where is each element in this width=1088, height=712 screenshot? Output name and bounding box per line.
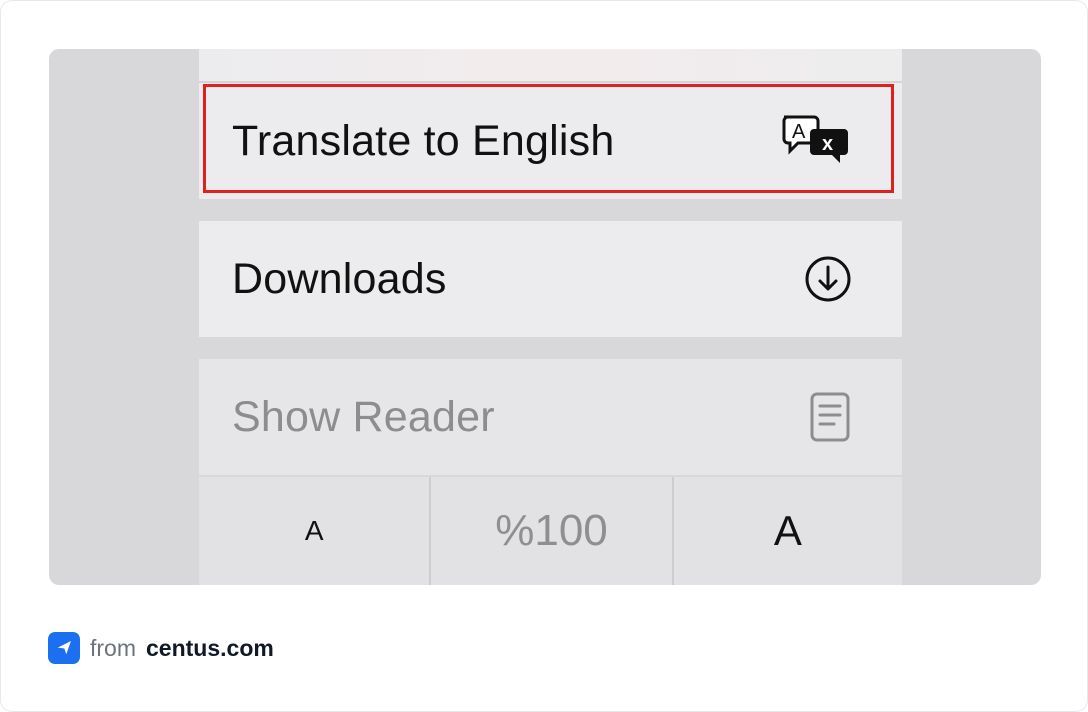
decrease-font-button[interactable]: A xyxy=(199,477,429,585)
safari-page-menu: Translate to English A x Downloads Show … xyxy=(199,49,902,585)
decrease-font-label: A xyxy=(304,515,324,546)
zoom-level-value: %100 xyxy=(495,506,608,555)
translate-icon: A x xyxy=(780,113,852,169)
reader-icon xyxy=(808,391,852,443)
reader-label: Show Reader xyxy=(232,392,495,441)
translate-label: Translate to English xyxy=(232,116,615,165)
download-circle-icon xyxy=(804,255,852,303)
menu-top-edge xyxy=(199,49,902,81)
centus-logo-icon xyxy=(48,632,80,664)
svg-text:x: x xyxy=(822,133,833,155)
downloads-menu-item[interactable]: Downloads xyxy=(199,221,902,337)
font-size-controls: A %100 A xyxy=(199,477,902,585)
increase-font-label: A xyxy=(773,507,802,554)
show-reader-menu-item[interactable]: Show Reader xyxy=(199,359,902,475)
increase-font-button[interactable]: A xyxy=(674,477,902,585)
from-text: from xyxy=(90,634,136,661)
screenshot: Translate to English A x Downloads Show … xyxy=(49,49,1041,585)
source-attribution: from centus.com xyxy=(48,632,274,664)
card: Translate to English A x Downloads Show … xyxy=(0,0,1088,712)
translate-menu-item[interactable]: Translate to English A x xyxy=(199,83,902,199)
downloads-label: Downloads xyxy=(232,254,447,303)
zoom-level[interactable]: %100 xyxy=(429,477,674,585)
svg-text:A: A xyxy=(792,121,806,143)
brand-link[interactable]: centus.com xyxy=(146,635,274,662)
